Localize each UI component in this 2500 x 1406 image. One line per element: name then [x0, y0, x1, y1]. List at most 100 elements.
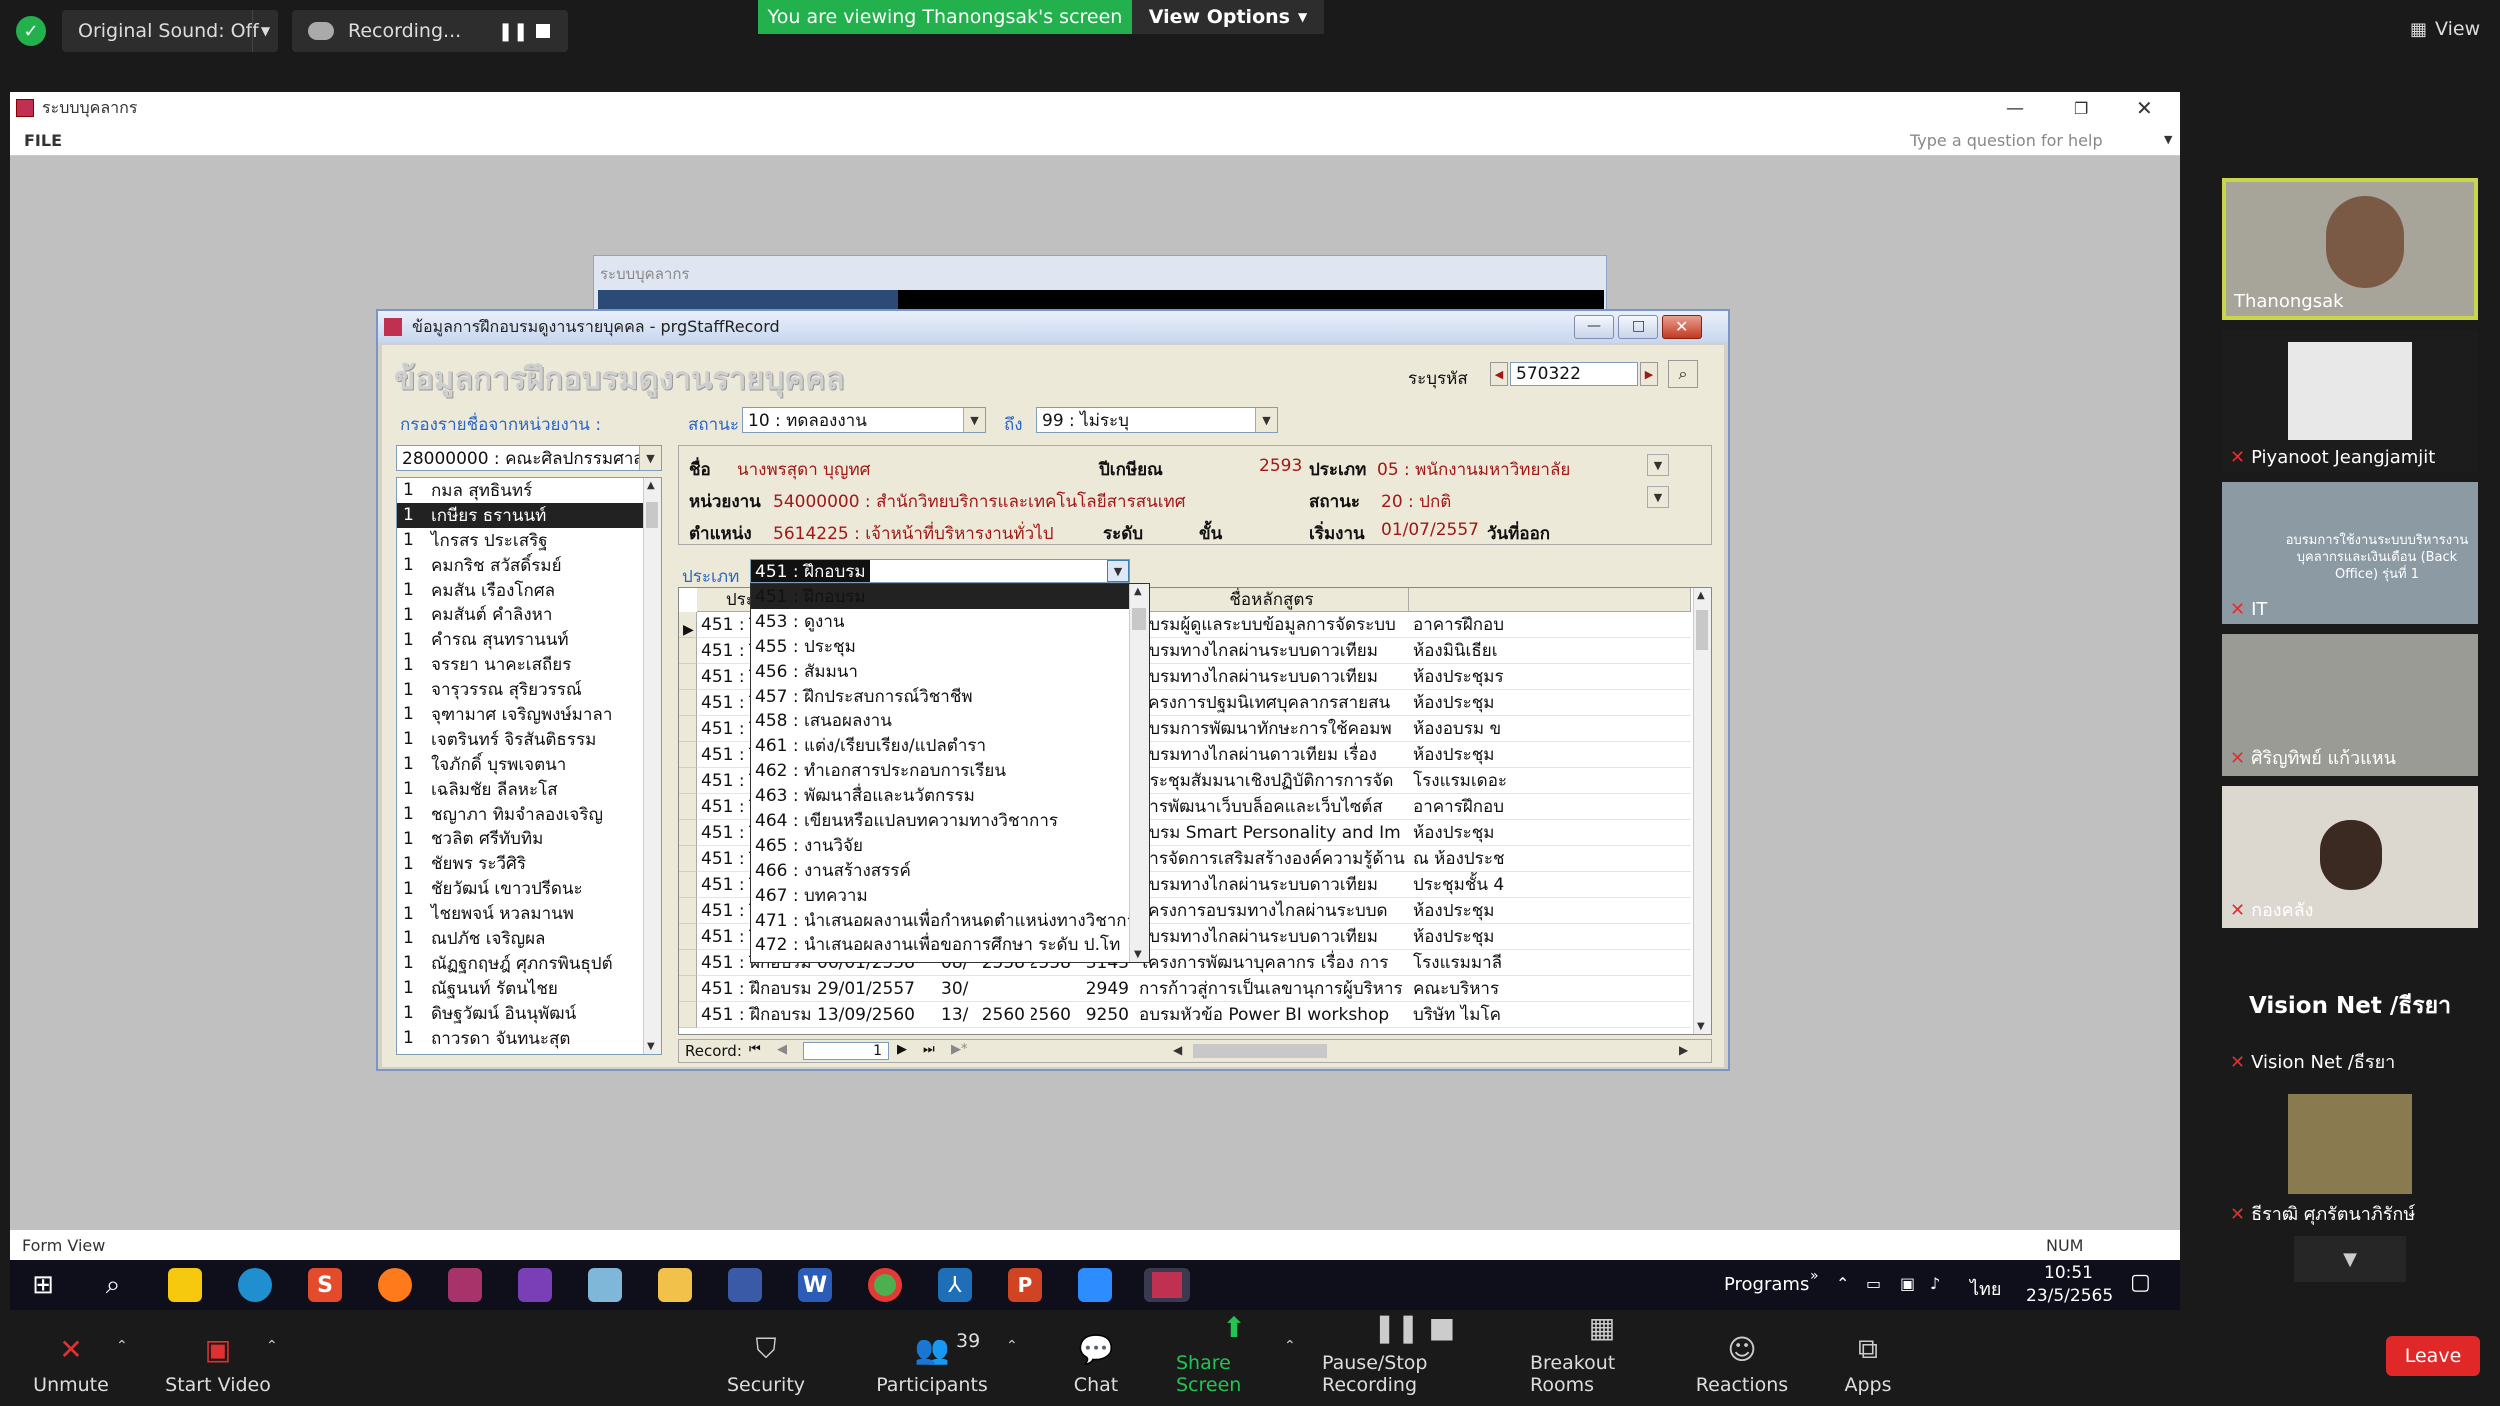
breakout-rooms-button[interactable]: ▦ Breakout Rooms [1530, 1310, 1674, 1406]
filter-unit-select[interactable]: 28000000 : คณะศิลปกรรมศาสตร์ ▼ [396, 445, 662, 471]
search-code-input[interactable]: 570322 [1510, 362, 1638, 386]
row-selector[interactable] [679, 976, 697, 1002]
staff-list-item[interactable]: 1 เจตรินทร์ จิรสันติธรรม [397, 727, 643, 752]
search-icon[interactable]: ⌕ [96, 1268, 130, 1302]
dropdown-option[interactable]: 462 : ทำเอกสารประกอบการเรียน [751, 758, 1129, 783]
speaker-icon[interactable]: ♪ [1930, 1274, 1940, 1293]
edge-icon[interactable] [238, 1268, 272, 1302]
remote-desktop-icon[interactable] [728, 1268, 762, 1302]
staff-list-item[interactable]: 1 ใจภักดิ์ บุรพเจตนา [397, 752, 643, 777]
chevron-down-icon[interactable]: ▼ [1255, 408, 1277, 432]
row-selector[interactable] [679, 820, 697, 846]
zoom-app-icon[interactable] [1078, 1268, 1112, 1302]
dropdown-option[interactable]: 472 : นำเสนอผลงานเพื่อขอการศึกษา ระดับ ป… [751, 932, 1129, 957]
staff-list-item[interactable]: 1 จุฑามาศ เจริญพงษ์มาลา [397, 702, 643, 727]
row-selector[interactable] [679, 924, 697, 950]
row-selector[interactable] [679, 950, 697, 976]
file-explorer-icon[interactable] [658, 1268, 692, 1302]
original-sound-button[interactable]: Original Sound: Off ▼ [62, 10, 278, 52]
language-indicator[interactable]: ไทย [1970, 1274, 2001, 1303]
chevron-up-icon[interactable]: ▲ [1134, 586, 1142, 597]
participant-tile[interactable]: ✕ กองคลัง [2222, 786, 2478, 928]
dropdown-option[interactable]: 453 : ดูงาน [751, 609, 1129, 634]
participant-tile[interactable]: ✕ ธีราฒิ ศุภรัตนาภิรักษ์ [2222, 1090, 2478, 1232]
stop-icon[interactable] [536, 24, 550, 38]
pause-icon[interactable]: ❚❚ [498, 21, 528, 42]
record-number-input[interactable]: 1 [803, 1042, 889, 1060]
prev-record-icon[interactable]: ◀ [777, 1042, 787, 1057]
chevron-up-icon[interactable]: ⌃ [266, 1338, 278, 1354]
chevron-up-icon[interactable]: ⌃ [1836, 1274, 1849, 1293]
staff-list-scrollbar[interactable]: ▲ ▼ [643, 478, 661, 1054]
staff-list-item[interactable]: 1 เฉลิมชัย ลีลหะโส [397, 777, 643, 802]
help-search-input[interactable]: Type a question for help [1910, 131, 2103, 150]
close-icon[interactable]: ✕ [2136, 96, 2153, 120]
firefox-icon[interactable] [378, 1268, 412, 1302]
more-participants-button[interactable]: ▼ [2294, 1236, 2406, 1282]
staff-list-item[interactable]: 1 คมกริช สวัสดิ์รมย์ [397, 553, 643, 578]
horizontal-scroll-thumb[interactable] [1193, 1044, 1327, 1058]
word-icon[interactable]: W [798, 1268, 832, 1302]
staff-list-item[interactable]: 1 ดิษฐวัฒน์ อินนุพัฒน์ [397, 1001, 643, 1026]
status-to-select[interactable]: 99 : ไม่ระบุ ▼ [1036, 407, 1278, 433]
form-minimize-button[interactable]: — [1574, 315, 1614, 339]
staff-list-item[interactable]: 1 ณัฐนนท์ รัตนไชย [397, 976, 643, 1001]
chevron-down-icon[interactable]: ▼ [639, 446, 661, 470]
dropdown-option[interactable]: 455 : ประชุม [751, 634, 1129, 659]
prev-record-icon[interactable]: ◀ [1490, 362, 1508, 386]
monitor-icon[interactable]: ▣ [1900, 1274, 1915, 1293]
view-options-button[interactable]: View Options ▼ [1132, 0, 1324, 34]
visual-studio-icon[interactable] [518, 1268, 552, 1302]
staff-list-item[interactable]: 1 จารุวรรณ สุริยวรรณ์ [397, 677, 643, 702]
staff-list-item[interactable]: 1 จรรยา นาคะเสถียร [397, 652, 643, 677]
chevron-up-icon[interactable]: ⌃ [1284, 1338, 1296, 1354]
participant-tile[interactable]: Thanongsak [2222, 178, 2478, 320]
chevron-up-icon[interactable]: ⌃ [1006, 1338, 1018, 1354]
programs-label[interactable]: Programs [1724, 1274, 1809, 1295]
chevron-down-icon[interactable]: ▼ [1697, 1021, 1705, 1032]
notification-icon[interactable]: ▢ [2130, 1270, 2151, 1295]
chevron-right-icon[interactable]: ▶ [1679, 1043, 1688, 1057]
staff-list-item[interactable]: 1 ไกรสร ประเสริฐ [397, 528, 643, 553]
row-selector[interactable] [679, 638, 697, 664]
participant-tile[interactable]: Vision Net /ธีรยา ✕ Vision Net /ธีรยา [2222, 938, 2478, 1080]
app-icon[interactable]: ⅄ [938, 1268, 972, 1302]
staff-list-item[interactable]: 1 ถาวรดา จันทนะสุต [397, 1026, 643, 1051]
last-record-icon[interactable]: ⏭ [923, 1042, 935, 1057]
grid-column-header[interactable] [1409, 588, 1691, 612]
staff-list[interactable]: 1 กมล สุทธินทร์ 1 เกษียร ธรานนท์ 1 ไกรสร ประเ… [396, 477, 662, 1055]
dropdown-scrollbar[interactable]: ▲ ▼ [1129, 584, 1149, 962]
leave-button[interactable]: Leave [2386, 1336, 2480, 1376]
dropdown-option[interactable]: 464 : เขียนหรือแปลบทความทางวิชาการ [751, 808, 1129, 833]
chevron-up-icon[interactable]: ▲ [647, 480, 655, 491]
network-icon[interactable]: ▭ [1866, 1274, 1881, 1293]
scroll-thumb[interactable] [1696, 610, 1708, 650]
share-screen-button[interactable]: ⬆ Share Screen [1176, 1310, 1292, 1406]
first-record-icon[interactable]: ⏮ [749, 1042, 761, 1057]
staff-list-item[interactable]: 1 ชวลิต ศรีทับทิม [397, 826, 643, 851]
staff-list-item[interactable]: 1 คมสัน เรืองโกศล [397, 578, 643, 603]
windows-start-icon[interactable]: ⊞ [26, 1268, 60, 1302]
row-selector[interactable] [679, 716, 697, 742]
dropdown-option[interactable]: 458 : เสนอผลงาน [751, 708, 1129, 733]
start-video-button[interactable]: ▣ Start Video [164, 1310, 272, 1406]
app-s-icon[interactable]: S [308, 1268, 342, 1302]
dropdown-option[interactable]: 467 : บทความ [751, 883, 1129, 908]
dropdown-option[interactable]: 461 : แต่ง/เรียบเรียง/แปลตำรา [751, 733, 1129, 758]
staff-list-item[interactable]: 1 เกษียร ธรานนท์ [397, 502, 643, 528]
chevron-down-icon[interactable]: ▼ [1647, 486, 1669, 508]
row-selector[interactable] [679, 794, 697, 820]
double-chevron-icon[interactable]: » [1810, 1268, 1819, 1284]
database-icon[interactable] [448, 1268, 482, 1302]
chrome-icon[interactable] [868, 1268, 902, 1302]
dropdown-option[interactable]: 456 : สัมมนา [751, 659, 1129, 684]
scroll-thumb[interactable] [1132, 608, 1146, 630]
binoculars-icon[interactable]: ⌕ [1668, 360, 1698, 388]
access-taskbar-item[interactable] [1144, 1268, 1190, 1302]
row-selector[interactable] [679, 664, 697, 690]
chevron-down-icon[interactable]: ▼ [1107, 560, 1129, 582]
chevron-down-icon[interactable]: ▼ [963, 408, 985, 432]
sticky-notes-icon[interactable] [168, 1268, 202, 1302]
participant-tile[interactable]: ✕ ศิริญทิพย์ แก้วแหน [2222, 634, 2478, 776]
category-select[interactable]: 451 : ฝึกอบรม ▼ [750, 559, 1130, 583]
